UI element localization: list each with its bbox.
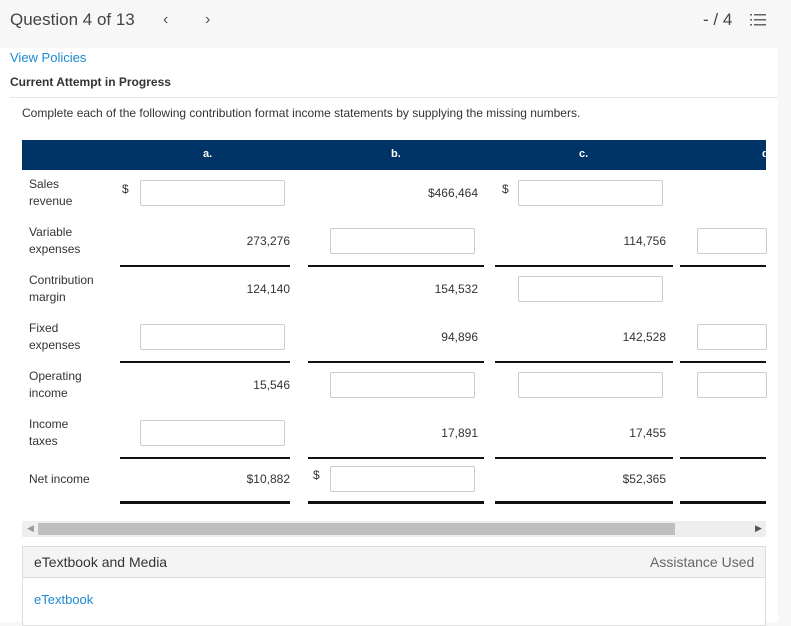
subtotal-line (120, 457, 290, 459)
amount-value: 114,756 (623, 234, 667, 248)
score: - / 4 (703, 10, 733, 29)
etextbook-link[interactable]: eTextbook (34, 592, 93, 607)
scroll-left-icon[interactable]: ◀ (27, 523, 34, 534)
column-header-c: c. (579, 148, 589, 160)
row-label: Income taxes (29, 417, 69, 448)
row-label: Fixed expenses (29, 321, 81, 352)
subtotal-line (120, 361, 290, 363)
subtotal-line (495, 457, 673, 459)
amount-value: 15,546 (253, 378, 290, 392)
amount-value: 273,276 (246, 234, 290, 248)
column-header-a: a. (203, 148, 213, 160)
dollar-sign: $ (122, 182, 129, 196)
numbered-list-icon[interactable] (750, 13, 766, 27)
amount-input[interactable] (518, 180, 663, 206)
amount-input[interactable] (330, 466, 475, 492)
amount-input[interactable] (697, 228, 767, 254)
row-label: Sales revenue (29, 177, 73, 208)
assistance-used: Assistance Used (650, 554, 755, 570)
subtotal-line (308, 361, 484, 363)
amount-input[interactable] (697, 372, 767, 398)
row-label: Contribution margin (29, 273, 94, 304)
amount-value: 94,896 (441, 330, 478, 344)
dollar-sign: $ (502, 182, 509, 196)
amount-input[interactable] (140, 180, 285, 206)
double-underline (495, 501, 673, 504)
divider (10, 97, 778, 98)
amount-input[interactable] (140, 420, 285, 446)
panel-title: eTextbook and Media (34, 554, 168, 570)
amount-input[interactable] (330, 228, 475, 254)
scroll-right-icon[interactable]: ▶ (755, 523, 762, 534)
amount-value: $52,365 (622, 472, 666, 486)
amount-input[interactable] (518, 276, 663, 302)
double-underline (120, 501, 290, 504)
subtotal-line (680, 457, 766, 459)
subtotal-line (495, 265, 673, 267)
amount-value: 154,532 (434, 282, 478, 296)
dollar-sign: $ (313, 468, 320, 482)
subtotal-line (680, 361, 766, 363)
amount-value: 17,455 (629, 426, 666, 440)
column-header-d-clipped: d (762, 148, 766, 160)
row-label: Operating income (29, 369, 82, 400)
row-label: Net income (29, 472, 90, 486)
column-header-b: b. (391, 148, 401, 160)
amount-value: 142,528 (622, 330, 666, 344)
double-underline (308, 501, 484, 504)
attempt-status: Current Attempt in Progress (10, 75, 171, 89)
amount-value: 17,891 (441, 426, 478, 440)
scrollbar-thumb[interactable] (38, 523, 675, 535)
amount-input[interactable] (697, 324, 767, 350)
amount-input[interactable] (330, 372, 475, 398)
instructions: Complete each of the following contribut… (22, 106, 581, 120)
amount-input[interactable] (140, 324, 285, 350)
subtotal-line (495, 361, 673, 363)
subtotal-line (308, 265, 484, 267)
double-underline (680, 501, 766, 504)
chevron-right-icon[interactable]: › (205, 11, 210, 29)
amount-value: 124,140 (246, 282, 290, 296)
amount-value: $10,882 (246, 472, 290, 486)
view-policies-link[interactable]: View Policies (10, 50, 86, 65)
subtotal-line (120, 265, 290, 267)
subtotal-line (308, 457, 484, 459)
question-title: Question 4 of 13 (10, 10, 135, 29)
chevron-left-icon[interactable]: ‹ (163, 11, 168, 29)
amount-input[interactable] (518, 372, 663, 398)
amount-value: $466,464 (427, 186, 478, 200)
row-label: Variable expenses (29, 225, 81, 256)
subtotal-line (680, 265, 766, 267)
